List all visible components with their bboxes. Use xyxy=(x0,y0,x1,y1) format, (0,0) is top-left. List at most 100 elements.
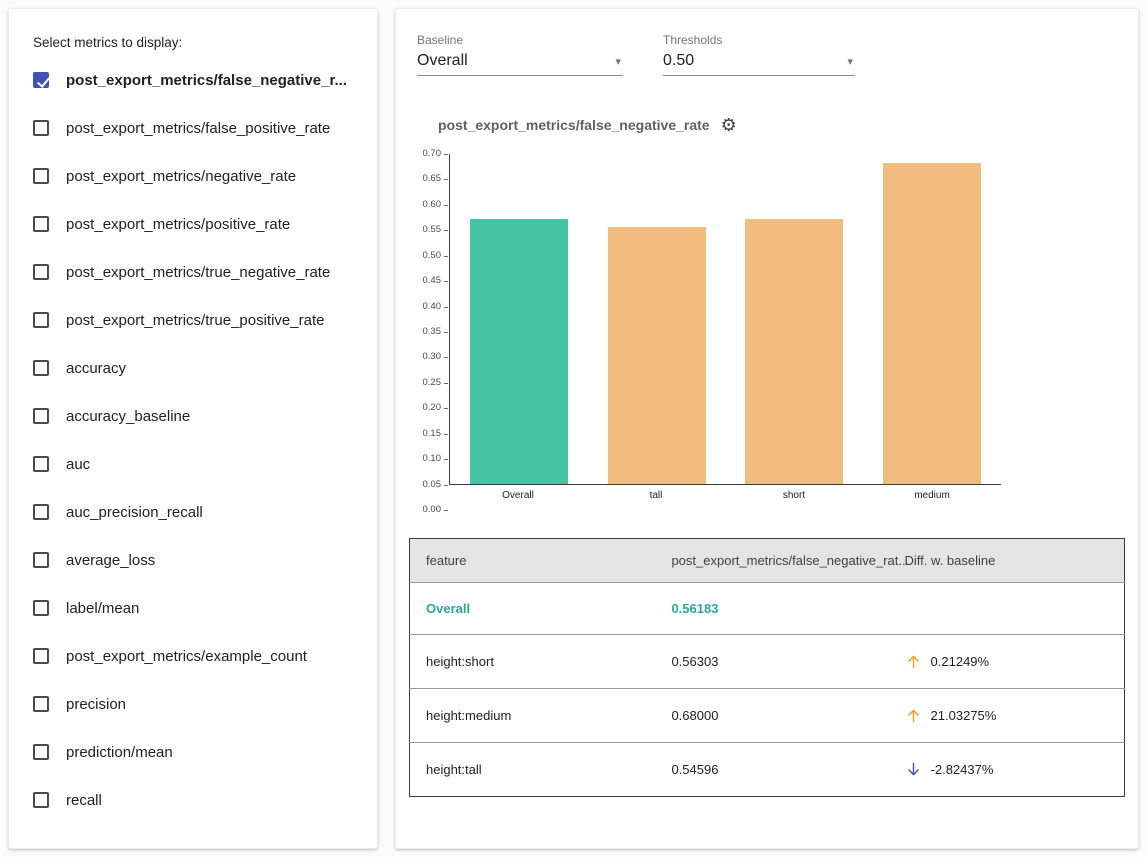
y-axis-tick-label: 0.70 xyxy=(423,149,450,159)
metric-label: post_export_metrics/positive_rate xyxy=(66,216,290,233)
x-axis-label: Overall xyxy=(449,490,587,510)
diff-value: -2.82437% xyxy=(931,762,994,777)
checkbox-unchecked-icon[interactable] xyxy=(33,600,49,616)
y-axis-tick-label: 0.60 xyxy=(423,200,450,210)
baseline-dropdown[interactable]: Baseline Overall ▾ xyxy=(417,33,623,76)
metric-item[interactable]: auc xyxy=(31,440,357,488)
metric-label: post_export_metrics/true_negative_rate xyxy=(66,264,330,281)
checkbox-unchecked-icon[interactable] xyxy=(33,312,49,328)
bar-short[interactable] xyxy=(745,219,843,484)
metric-value-cell: 0.56303 xyxy=(655,635,888,689)
checkbox-unchecked-icon[interactable] xyxy=(33,264,49,280)
chart-y-axis: 0.000.050.100.150.200.250.300.350.400.45… xyxy=(409,154,449,510)
metric-select-panel: Select metrics to display: post_export_m… xyxy=(8,8,378,849)
feature-cell: height:medium xyxy=(410,689,656,743)
thresholds-dropdown-value: 0.50 xyxy=(663,52,694,70)
bar-tall[interactable] xyxy=(608,227,706,484)
table-header-cell: Diff. w. baseline xyxy=(889,539,1125,583)
results-panel: Baseline Overall ▾ Thresholds 0.50 ▾ pos… xyxy=(395,8,1139,849)
metric-label: recall xyxy=(66,792,102,809)
checkbox-unchecked-icon[interactable] xyxy=(33,360,49,376)
x-axis-label: tall xyxy=(587,490,725,510)
diff-cell: -2.82437% xyxy=(889,743,1125,797)
checkbox-unchecked-icon[interactable] xyxy=(33,792,49,808)
x-axis-label: short xyxy=(725,490,863,510)
metric-item[interactable]: post_export_metrics/negative_rate xyxy=(31,152,357,200)
checkbox-unchecked-icon[interactable] xyxy=(33,216,49,232)
table-header-cell: feature xyxy=(410,539,656,583)
metric-item[interactable]: accuracy_baseline xyxy=(31,392,357,440)
metric-label: prediction/mean xyxy=(66,744,173,761)
y-axis-tick-label: 0.15 xyxy=(423,429,450,439)
metric-item[interactable]: precision xyxy=(31,680,357,728)
down-arrow-icon xyxy=(905,761,922,778)
table-row: Overall0.56183 xyxy=(410,583,1125,635)
settings-gear-icon[interactable]: ⚙ xyxy=(721,116,737,134)
metric-item[interactable]: post_export_metrics/true_positive_rate xyxy=(31,296,357,344)
diff-value: 0.21249% xyxy=(931,654,990,669)
y-axis-tick-label: 0.50 xyxy=(423,251,450,261)
chart-bars xyxy=(450,154,1001,484)
y-axis-tick-label: 0.10 xyxy=(423,454,450,464)
metric-item[interactable]: prediction/mean xyxy=(31,728,357,776)
metric-label: post_export_metrics/false_positive_rate xyxy=(66,120,330,137)
metric-value-cell: 0.54596 xyxy=(655,743,888,797)
y-axis-tick-label: 0.05 xyxy=(423,480,450,490)
metric-item[interactable]: post_export_metrics/false_negative_r... xyxy=(31,56,357,104)
checkbox-unchecked-icon[interactable] xyxy=(33,648,49,664)
metric-item[interactable]: average_loss xyxy=(31,536,357,584)
y-axis-tick-label: 0.30 xyxy=(423,352,450,362)
metric-item[interactable]: post_export_metrics/positive_rate xyxy=(31,200,357,248)
metric-label: post_export_metrics/example_count xyxy=(66,648,307,665)
bar-slot xyxy=(450,154,588,484)
metric-value-cell: 0.68000 xyxy=(655,689,888,743)
checkbox-unchecked-icon[interactable] xyxy=(33,120,49,136)
chevron-down-icon: ▾ xyxy=(615,55,621,68)
thresholds-dropdown-label: Thresholds xyxy=(663,33,855,47)
up-arrow-icon xyxy=(905,707,922,724)
y-axis-tick-label: 0.35 xyxy=(423,327,450,337)
metric-label: label/mean xyxy=(66,600,139,617)
y-axis-tick-label: 0.45 xyxy=(423,276,450,286)
chevron-down-icon: ▾ xyxy=(847,55,853,68)
metric-value-cell: 0.56183 xyxy=(655,583,888,635)
metric-item[interactable]: recall xyxy=(31,776,357,824)
checkbox-unchecked-icon[interactable] xyxy=(33,408,49,424)
up-arrow-icon xyxy=(905,653,922,670)
x-axis-label: medium xyxy=(863,490,1001,510)
metric-item[interactable]: post_export_metrics/example_count xyxy=(31,632,357,680)
metrics-table: featurepost_export_metrics/false_negativ… xyxy=(409,538,1125,797)
metric-item[interactable]: label/mean xyxy=(31,584,357,632)
metric-label: accuracy xyxy=(66,360,126,377)
checkbox-unchecked-icon[interactable] xyxy=(33,456,49,472)
y-axis-tick-label: 0.55 xyxy=(423,225,450,235)
metric-label: post_export_metrics/negative_rate xyxy=(66,168,296,185)
checkbox-checked-icon[interactable] xyxy=(33,72,49,88)
table-row: height:tall0.54596 -2.82437% xyxy=(410,743,1125,797)
bar-medium[interactable] xyxy=(883,163,981,484)
metric-label: auc_precision_recall xyxy=(66,504,203,521)
metric-item[interactable]: accuracy xyxy=(31,344,357,392)
metric-label: auc xyxy=(66,456,90,473)
checkbox-unchecked-icon[interactable] xyxy=(33,504,49,520)
feature-cell: height:short xyxy=(410,635,656,689)
metric-item[interactable]: post_export_metrics/false_positive_rate xyxy=(31,104,357,152)
diff-cell xyxy=(889,583,1125,635)
y-axis-tick-label: 0.40 xyxy=(423,302,450,312)
metric-label: accuracy_baseline xyxy=(66,408,190,425)
checkbox-unchecked-icon[interactable] xyxy=(33,168,49,184)
bar-overall[interactable] xyxy=(470,219,568,484)
bar-slot xyxy=(588,154,726,484)
controls-row: Baseline Overall ▾ Thresholds 0.50 ▾ xyxy=(409,25,1125,76)
feature-cell: height:tall xyxy=(410,743,656,797)
feature-cell: Overall xyxy=(410,583,656,635)
checkbox-unchecked-icon[interactable] xyxy=(33,552,49,568)
thresholds-dropdown[interactable]: Thresholds 0.50 ▾ xyxy=(663,33,855,76)
diff-cell: 0.21249% xyxy=(889,635,1125,689)
metrics-list: post_export_metrics/false_negative_r...p… xyxy=(31,56,357,824)
checkbox-unchecked-icon[interactable] xyxy=(33,744,49,760)
baseline-dropdown-value: Overall xyxy=(417,52,468,70)
metric-item[interactable]: post_export_metrics/true_negative_rate xyxy=(31,248,357,296)
checkbox-unchecked-icon[interactable] xyxy=(33,696,49,712)
metric-item[interactable]: auc_precision_recall xyxy=(31,488,357,536)
